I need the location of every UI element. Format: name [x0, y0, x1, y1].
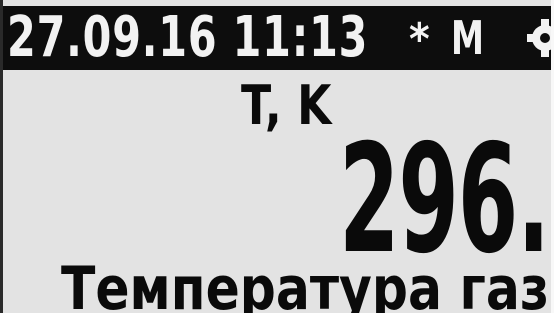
- parameter-name: Температура газа: [61, 254, 554, 313]
- datetime-display: 27.09.16 11:13: [7, 5, 369, 70]
- star-indicator: *: [409, 14, 430, 65]
- unit-label: T, K: [241, 74, 332, 137]
- gear-icon[interactable]: [527, 19, 554, 57]
- measurement-value: 296.59: [339, 113, 551, 287]
- lcd-screen: 27.09.16 11:13 * М T, K 296.59 Температу…: [0, 0, 554, 313]
- status-bar: 27.09.16 11:13 * М: [3, 5, 554, 70]
- mode-indicator: М: [451, 11, 484, 65]
